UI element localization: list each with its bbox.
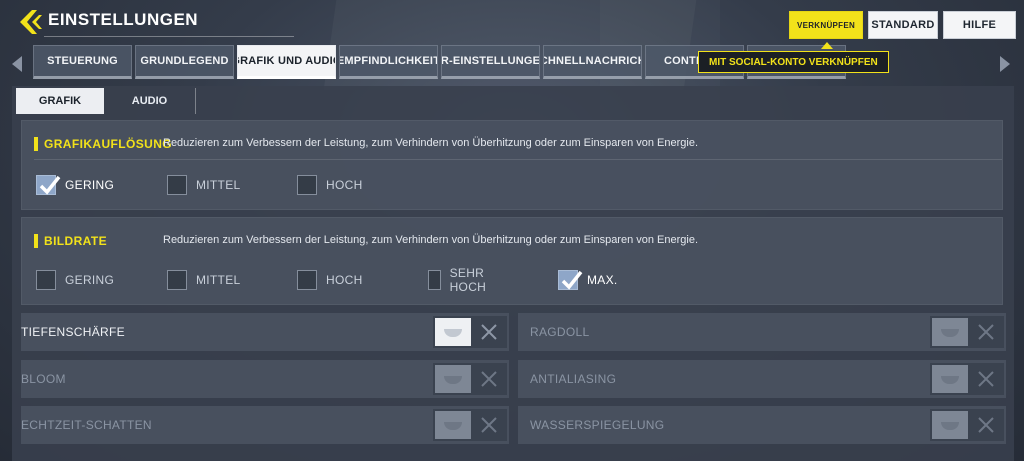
default-settings-button[interactable]: STANDARD (868, 11, 938, 39)
sub-tabs: GRAFIK AUDIO (16, 88, 196, 114)
toggle-label: TIEFENSCHÄRFE (21, 325, 125, 339)
close-icon (481, 324, 497, 340)
toggle-label: BLOOM (21, 372, 66, 386)
toggle-label: RAGDOLL (530, 325, 590, 339)
back-arrow-icon[interactable] (18, 9, 44, 35)
realtime-shadows-toggle[interactable] (433, 409, 507, 441)
option-label: GERING (65, 178, 115, 192)
subtab-audio[interactable]: AUDIO (104, 88, 196, 114)
toggle-knob (435, 365, 471, 393)
close-icon (481, 417, 497, 433)
help-button[interactable]: HILFE (943, 11, 1016, 39)
checkbox[interactable] (297, 270, 317, 290)
subtab-grafik[interactable]: GRAFIK (16, 88, 104, 114)
toggle-knob (932, 365, 968, 393)
framerate-option-mittel[interactable]: MITTEL (167, 270, 240, 290)
divider (34, 159, 1002, 160)
tab-steuerung[interactable]: STEUERUNG (33, 45, 132, 79)
toggle-knob (932, 318, 968, 346)
toggle-row-antialiasing: ANTIALIASING (518, 360, 1006, 398)
framerate-option-hoch[interactable]: HOCH (297, 270, 363, 290)
tooltip-caret (821, 42, 833, 49)
framerate-title: BILDRATE (44, 234, 107, 248)
option-label: HOCH (326, 273, 363, 287)
checkbox-checked[interactable] (36, 175, 61, 195)
tab-empfindlichkeit[interactable]: EMPFINDLICHKEIT (339, 45, 438, 79)
close-icon (978, 324, 994, 340)
toggle-row-depth-of-field: TIEFENSCHÄRFE (21, 313, 509, 351)
depth-of-field-toggle[interactable] (433, 316, 507, 348)
toggle-label: WASSERSPIEGELUNG (530, 418, 665, 432)
checkbox[interactable] (297, 175, 317, 195)
antialiasing-toggle[interactable] (930, 363, 1004, 395)
framerate-option-sehr-hoch[interactable]: SEHR HOCH (428, 266, 494, 294)
option-label: MAX. (587, 273, 618, 287)
toggle-row-realtime-shadows: ECHTZEIT-SCHATTEN (21, 406, 509, 444)
option-label: MITTEL (196, 178, 241, 192)
option-label: GERING (65, 273, 115, 287)
checkbox[interactable] (36, 270, 56, 290)
link-account-button[interactable]: VERKNÜPFEN (789, 11, 863, 39)
checkbox[interactable] (428, 270, 441, 290)
resolution-option-mittel[interactable]: MITTEL (167, 175, 240, 195)
tab-br-einstellungen[interactable]: BR-EINSTELLUNGEN (441, 45, 540, 79)
resolution-title: GRAFIKAUFLÖSUNG (44, 137, 172, 151)
resolution-section: GRAFIKAUFLÖSUNG Reduzieren zum Verbesser… (21, 120, 1003, 210)
checkmark-icon (39, 175, 61, 195)
toggle-row-water-reflection: WASSERSPIEGELUNG (518, 406, 1006, 444)
checkbox[interactable] (167, 270, 187, 290)
tab-grafik-und-audio[interactable]: GRAFIK UND AUDIO (237, 45, 336, 79)
close-icon (481, 371, 497, 387)
tab-schnellnachricht[interactable]: SCHNELLNACHRICHT (543, 45, 642, 79)
resolution-option-hoch[interactable]: HOCH (297, 175, 363, 195)
toggle-row-bloom: BLOOM (21, 360, 509, 398)
page-title: EINSTELLUNGEN (48, 10, 199, 29)
toggle-label: ECHTZEIT-SCHATTEN (21, 418, 152, 432)
water-reflection-toggle[interactable] (930, 409, 1004, 441)
option-label: SEHR HOCH (449, 266, 487, 294)
toggle-knob (435, 411, 471, 439)
checkbox[interactable] (167, 175, 187, 195)
tabs-scroll-right-icon[interactable] (1000, 56, 1010, 72)
resolution-option-gering[interactable]: GERING (36, 175, 114, 195)
toggle-knob (932, 411, 968, 439)
option-label: MITTEL (196, 273, 241, 287)
close-icon (978, 417, 994, 433)
section-marker (34, 137, 38, 151)
close-icon (978, 371, 994, 387)
toggle-label: ANTIALIASING (530, 372, 617, 386)
section-marker (34, 234, 38, 248)
option-label: HOCH (326, 178, 363, 192)
tab-grundlegend[interactable]: GRUNDLEGEND (135, 45, 234, 79)
framerate-description: Reduzieren zum Verbessern der Leistung, … (163, 234, 699, 246)
link-account-tooltip: MIT SOCIAL-KONTO VERKNÜPFEN (698, 51, 889, 73)
framerate-option-max[interactable]: MAX. (558, 270, 618, 290)
ragdoll-toggle[interactable] (930, 316, 1004, 348)
checkmark-icon (561, 270, 583, 290)
title-underline (44, 36, 294, 37)
checkbox-checked[interactable] (558, 270, 583, 290)
toggle-row-ragdoll: RAGDOLL (518, 313, 1006, 351)
tabs-scroll-left-icon[interactable] (12, 56, 22, 72)
resolution-description: Reduzieren zum Verbessern der Leistung, … (163, 137, 699, 149)
toggle-knob (435, 318, 471, 346)
framerate-section: BILDRATE Reduzieren zum Verbessern der L… (21, 217, 1003, 305)
framerate-option-gering[interactable]: GERING (36, 270, 114, 290)
bloom-toggle[interactable] (433, 363, 507, 395)
